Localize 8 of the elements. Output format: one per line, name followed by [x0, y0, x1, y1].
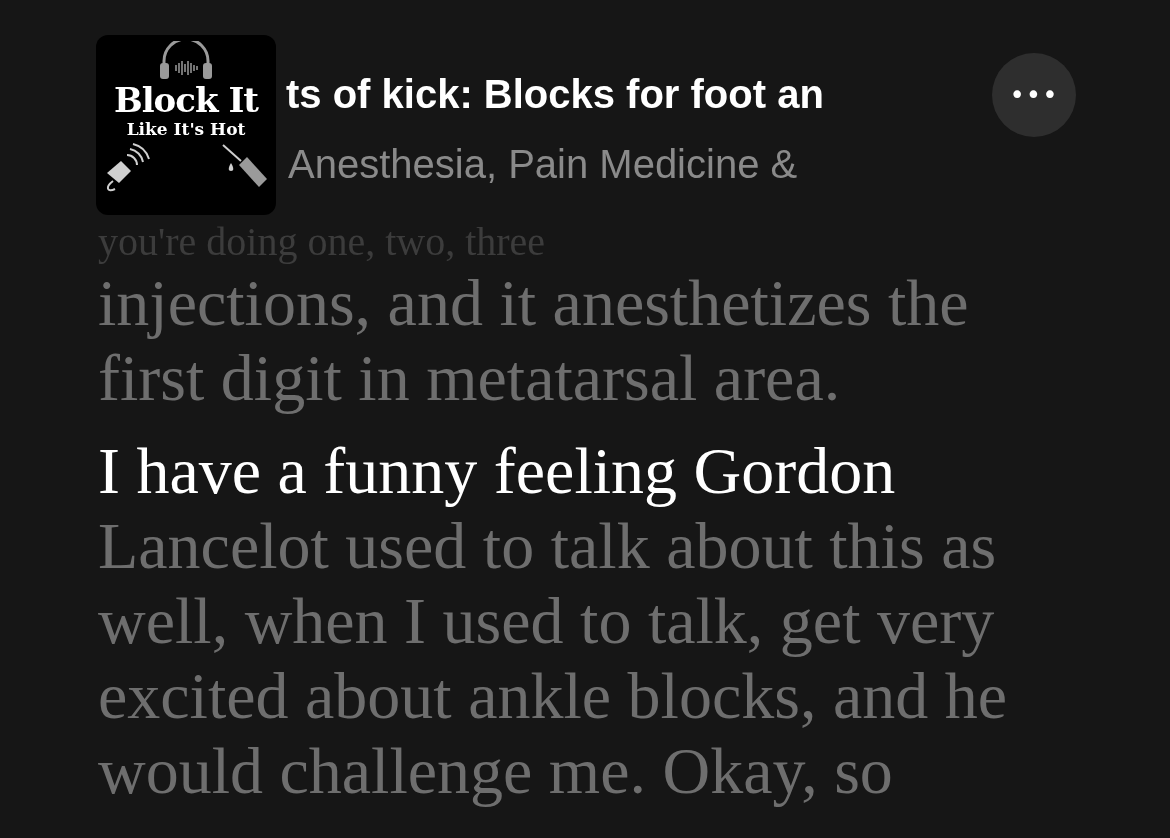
transcript-text: injections, and it anesthetizes the first digit in metatarsal area. [98, 265, 970, 415]
transcript-text: Lancelot used to talk about this as well, when I used to talk, get very excited about ankle blocks, and he would challenge me. Okay, so [98, 508, 1008, 808]
show-name[interactable]: Anesthesia, Pain Medicine & [288, 136, 798, 192]
episode-title: ts of kick: Blocks for foot an [286, 71, 824, 118]
more-button[interactable]: ••• [992, 53, 1076, 137]
transcript-text: I have a funny feeling Gordon [98, 433, 897, 508]
artwork-subtitle: Like It's Hot [126, 119, 246, 139]
artwork-title: Block It [113, 81, 258, 119]
